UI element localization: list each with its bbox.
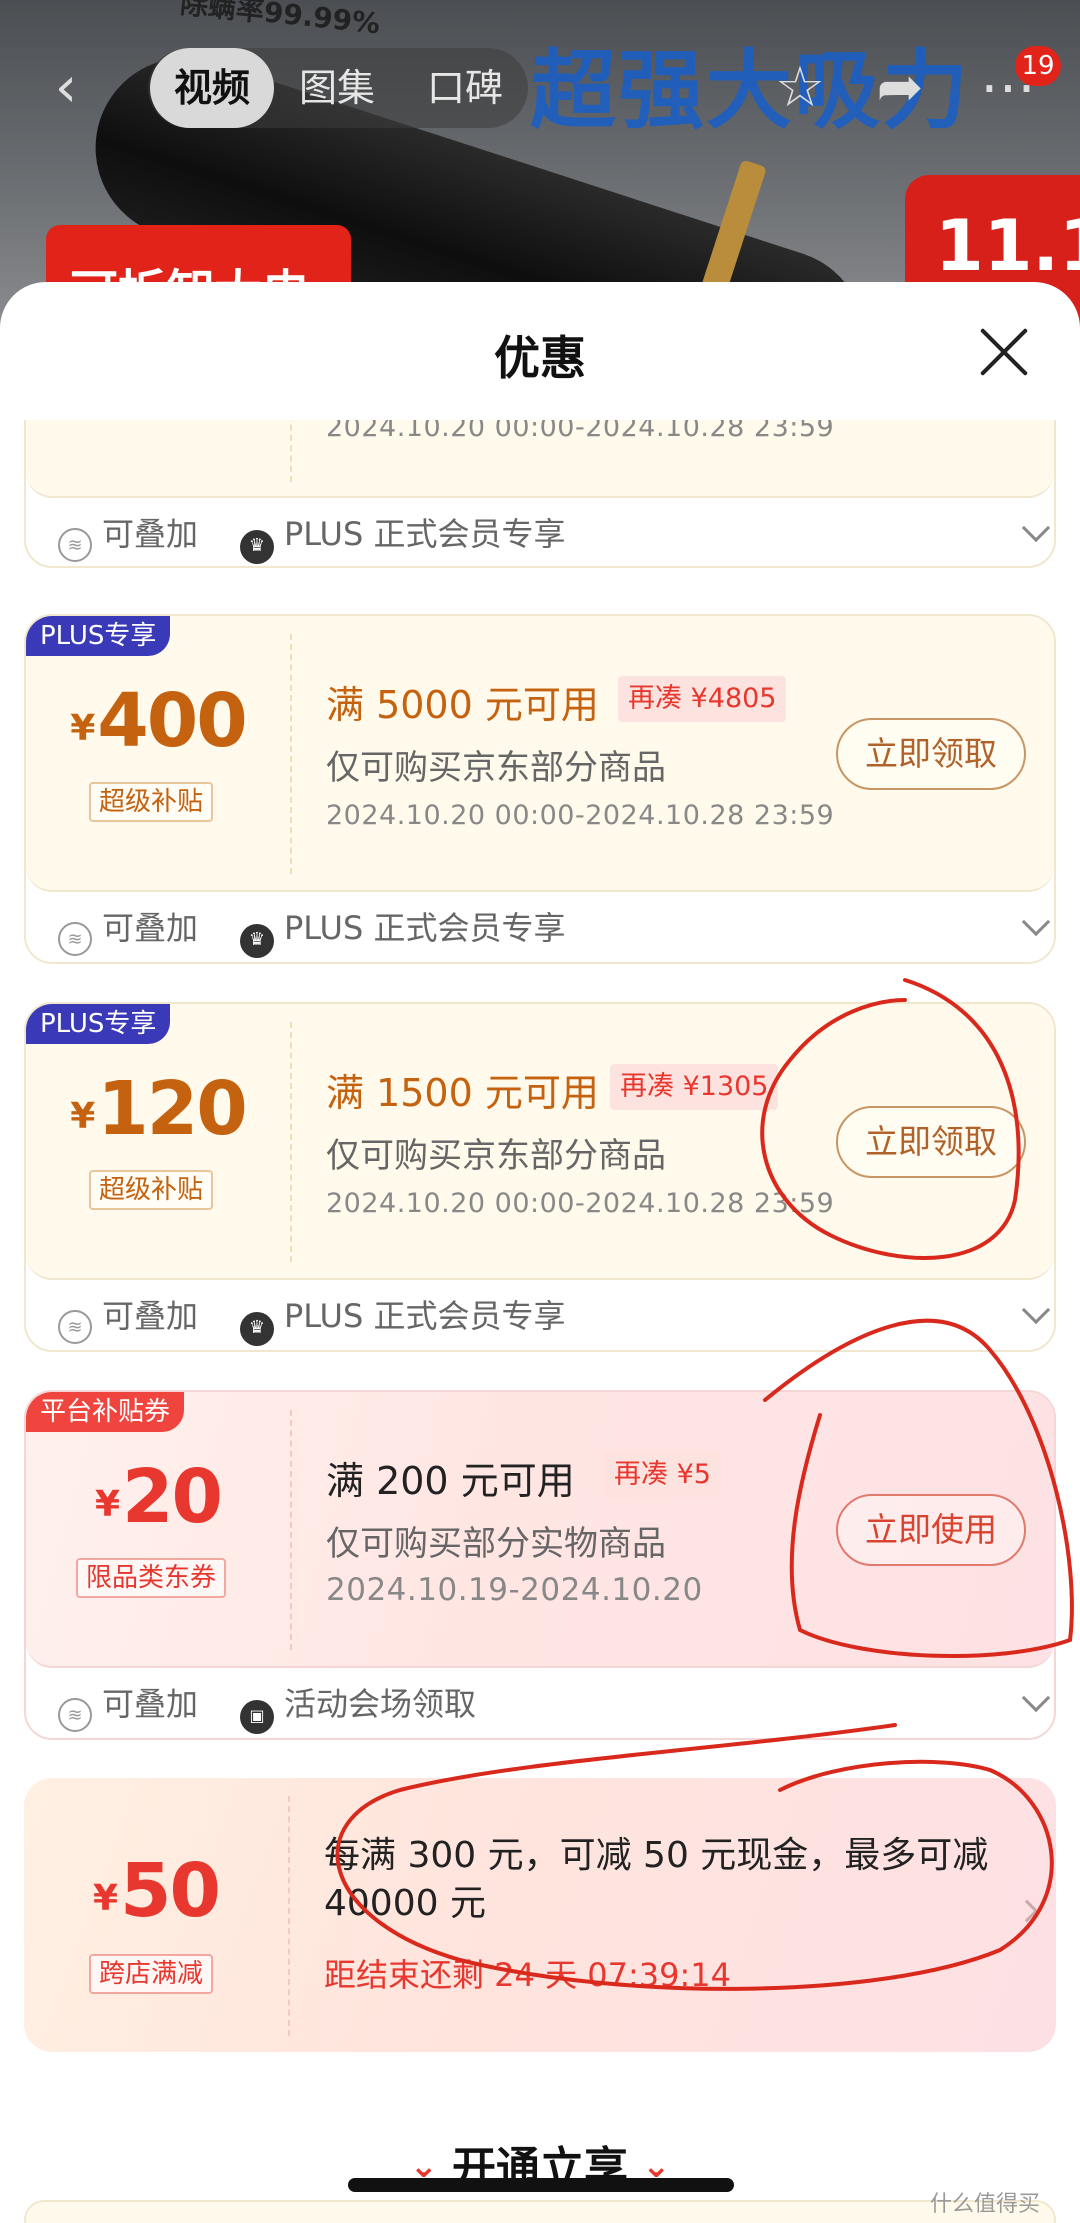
countdown-timer: 距结束还剩 24 天 07:39:14 <box>324 1956 731 1994</box>
stackable-label: ≋ 可叠加 <box>58 1682 198 1732</box>
coupon-condition: 满 200 元可用 <box>326 1459 575 1503</box>
add-more-hint[interactable]: 再凑 ¥4805 <box>618 676 787 722</box>
chevron-right-icon[interactable] <box>1015 1899 1039 1923</box>
coupon-scope: 仅可购买京东部分商品 <box>326 1136 666 1176</box>
coupon-footer: ≋ 可叠加 ♛ PLUS 正式会员专享 <box>26 1280 1054 1350</box>
member-label: ♛ PLUS 正式会员专享 <box>240 1294 565 1346</box>
chevron-down-icon[interactable] <box>1021 513 1051 543</box>
plus-exclusive-tag: PLUS专享 <box>26 616 171 656</box>
discount-description: 每满 300 元，可减 50 元现金，最多可减 40000 元 <box>324 1835 989 1924</box>
close-button[interactable] <box>976 324 1032 380</box>
tab-video[interactable]: 视频 <box>150 48 274 128</box>
coupon-sheet: 优惠 2024.10.20 00:00-2024.10.28 23:59 ≋ 可叠… <box>0 282 1080 2223</box>
platform-subsidy-tag: 平台补贴券 <box>26 1392 185 1432</box>
crown-icon: ♛ <box>240 1312 274 1346</box>
chevron-down-icon[interactable] <box>1021 1683 1051 1713</box>
crown-icon: ♛ <box>240 530 274 564</box>
coupon-type-tag: 超级补贴 <box>89 1170 214 1210</box>
coupon-amount: ¥120 <box>70 1066 248 1152</box>
coupon-list[interactable]: 2024.10.20 00:00-2024.10.28 23:59 ≋ 可叠加 ♛… <box>0 420 1080 2223</box>
stack-icon: ≋ <box>58 528 92 562</box>
watermark: 什么值得买 <box>930 2192 1041 2217</box>
next-card-edge <box>24 2200 1056 2223</box>
tab-gallery[interactable]: 图集 <box>282 48 392 128</box>
add-more-hint[interactable]: 再凑 ¥1305 <box>610 1064 779 1110</box>
coupon-card: 平台补贴券 ¥20 限品类东券 满 200 元可用 再凑 ¥5 仅可购买部分实物… <box>24 1390 1056 1740</box>
stackable-label: ≋ 可叠加 <box>58 512 198 562</box>
coupon-card: PLUS专享 ¥400 超级补贴 满 5000 元可用 再凑 ¥4805 仅可购… <box>24 614 1056 964</box>
coupon-card-partial: 2024.10.20 00:00-2024.10.28 23:59 ≋ 可叠加 ♛… <box>24 420 1056 568</box>
discount-amount: ¥50 <box>92 1848 221 1934</box>
venue-label: ▣ 活动会场领取 <box>240 1682 476 1734</box>
stackable-label: ≋ 可叠加 <box>58 1294 198 1344</box>
tab-reviews[interactable]: 口碑 <box>410 48 520 128</box>
coupon-amount: ¥20 <box>94 1454 223 1540</box>
sheet-title: 优惠 <box>494 331 586 385</box>
coupon-footer: ≋ 可叠加 ♛ PLUS 正式会员专享 <box>26 892 1054 962</box>
coupon-type-tag: 限品类东券 <box>76 1558 227 1598</box>
chevron-down-icon[interactable] <box>1021 907 1051 937</box>
coupon-condition: 满 5000 元可用 <box>326 683 599 727</box>
chevron-down-icon[interactable] <box>1021 1295 1051 1325</box>
home-indicator[interactable] <box>348 2178 734 2192</box>
stack-icon: ≋ <box>58 1310 92 1344</box>
venue-icon: ▣ <box>240 1700 274 1734</box>
share-icon[interactable]: ➦ <box>864 52 936 124</box>
plus-exclusive-tag: PLUS专享 <box>26 1004 171 1044</box>
message-count-badge: 19 <box>1015 46 1061 86</box>
claim-button[interactable]: 立即领取 <box>836 1106 1026 1178</box>
stack-icon: ≋ <box>58 1698 92 1732</box>
coupon-period: 2024.10.19-2024.10.20 <box>326 1572 703 1608</box>
crown-icon: ♛ <box>240 924 274 958</box>
back-icon[interactable]: ‹ <box>30 52 102 124</box>
promo-text: 除螨率99.99% <box>178 0 382 41</box>
coupon-footer: ≋ 可叠加 ♛ PLUS 正式会员专享 <box>26 498 1054 566</box>
product-image-area: 除螨率99.99% 超强大吸力 可拆卸大电池 11.11 <box>0 0 1080 330</box>
coupon-card: PLUS专享 ¥120 超级补贴 满 1500 元可用 再凑 ¥1305 仅可购… <box>24 1002 1056 1352</box>
coupon-period: 2024.10.20 00:00-2024.10.28 23:59 <box>326 420 835 443</box>
stackable-label: ≋ 可叠加 <box>58 906 198 956</box>
claim-button[interactable]: 立即领取 <box>836 718 1026 790</box>
coupon-condition: 满 1500 元可用 <box>326 1071 599 1115</box>
coupon-period: 2024.10.20 00:00-2024.10.28 23:59 <box>326 800 835 831</box>
stack-icon: ≋ <box>58 922 92 956</box>
member-label: ♛ PLUS 正式会员专享 <box>240 906 565 958</box>
coupon-scope: 仅可购买部分实物商品 <box>326 1524 666 1564</box>
coupon-type-tag: 超级补贴 <box>89 782 214 822</box>
discount-type-tag: 跨店满减 <box>89 1954 214 1994</box>
member-label: ♛ PLUS 正式会员专享 <box>240 512 565 564</box>
add-more-hint[interactable]: 再凑 ¥5 <box>604 1452 721 1498</box>
coupon-period: 2024.10.20 00:00-2024.10.28 23:59 <box>326 1188 835 1219</box>
favorite-star-icon[interactable]: ☆ <box>764 52 836 124</box>
coupon-footer: ≋ 可叠加 ▣ 活动会场领取 <box>26 1668 1054 1738</box>
coupon-scope: 仅可购买京东部分商品 <box>326 748 666 788</box>
coupon-amount: ¥400 <box>70 678 248 764</box>
use-now-button[interactable]: 立即使用 <box>836 1494 1026 1566</box>
cross-store-discount-card[interactable]: ¥50 跨店满减 每满 300 元，可减 50 元现金，最多可减 40000 元… <box>24 1778 1056 2052</box>
